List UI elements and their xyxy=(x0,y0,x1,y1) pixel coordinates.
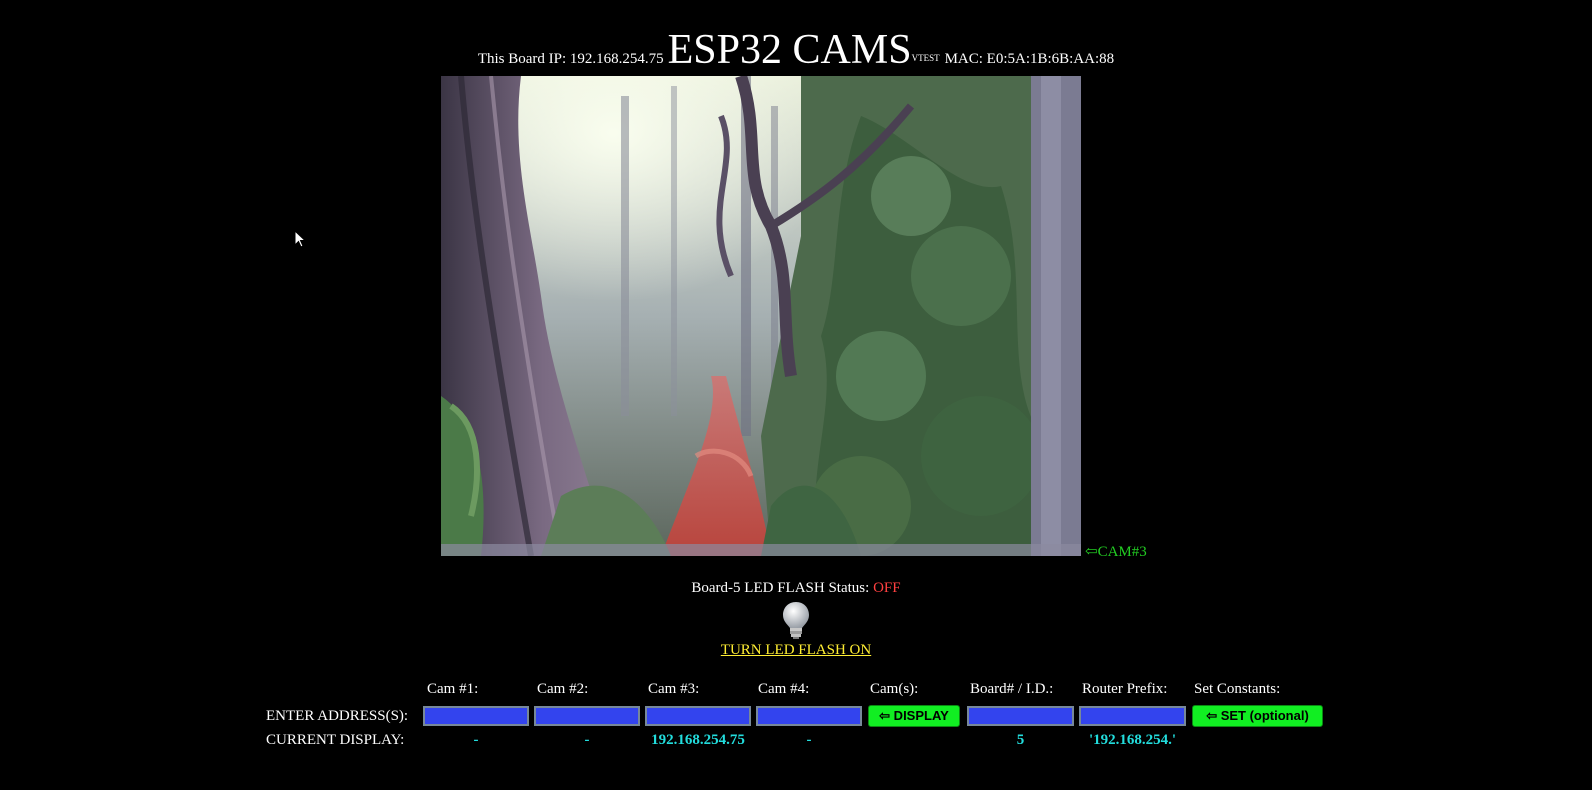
mac-address-text: MAC: E0:5A:1B:6B:AA:88 xyxy=(944,51,1115,67)
version-tag: VTEST xyxy=(911,53,940,63)
current-cam2-value: - xyxy=(584,732,590,748)
page-title: ESP32 CAMS xyxy=(667,27,912,73)
cam4-address-input[interactable] xyxy=(756,706,862,726)
header-cam2: Cam #2: xyxy=(537,681,589,697)
lightbulb-icon xyxy=(780,600,812,640)
enter-address-label: ENTER ADDRESS(S): xyxy=(266,708,409,724)
current-cam4-value: - xyxy=(806,732,812,748)
header-cam1: Cam #1: xyxy=(427,681,479,697)
board-id-input[interactable] xyxy=(967,706,1074,726)
cam3-address-input[interactable] xyxy=(645,706,751,726)
current-board-id-value: 5 xyxy=(1016,732,1025,748)
turn-led-flash-on-link[interactable]: TURN LED FLASH ON xyxy=(721,642,871,658)
current-cam3-value: 192.168.254.75 xyxy=(651,732,745,748)
mouse-cursor-icon xyxy=(294,229,308,250)
flash-toggle-row: TURN LED FLASH ON xyxy=(0,642,1592,659)
flash-status-value: OFF xyxy=(873,580,901,596)
header-board-id: Board# / I.D.: xyxy=(970,681,1054,697)
cam1-address-input[interactable] xyxy=(423,706,529,726)
cam2-address-input[interactable] xyxy=(534,706,640,726)
header-cams: Cam(s): xyxy=(870,681,919,697)
page-header: This Board IP: 192.168.254.75 ESP32 CAMS… xyxy=(0,26,1592,74)
header-cam4: Cam #4: xyxy=(758,681,810,697)
current-router-prefix-value: '192.168.254.' xyxy=(1088,732,1177,748)
flash-status-label: Board-5 LED FLASH Status: xyxy=(691,580,874,596)
flash-status-line: Board-5 LED FLASH Status: OFF xyxy=(0,580,1592,597)
display-button[interactable]: ⇦ DISPLAY xyxy=(868,705,960,727)
current-cam1-value: - xyxy=(473,732,479,748)
header-router-prefix: Router Prefix: xyxy=(1082,681,1168,697)
camera-stream-image xyxy=(441,76,1081,556)
set-constants-button[interactable]: ⇦ SET (optional) xyxy=(1192,705,1323,727)
router-prefix-input[interactable] xyxy=(1079,706,1186,726)
current-display-label: CURRENT DISPLAY: xyxy=(266,732,405,748)
header-cam3: Cam #3: xyxy=(648,681,700,697)
board-ip-text: This Board IP: 192.168.254.75 xyxy=(477,51,664,67)
camera-label: ⇦CAM#3 xyxy=(1085,544,1147,560)
header-set-constants: Set Constants: xyxy=(1194,681,1281,697)
